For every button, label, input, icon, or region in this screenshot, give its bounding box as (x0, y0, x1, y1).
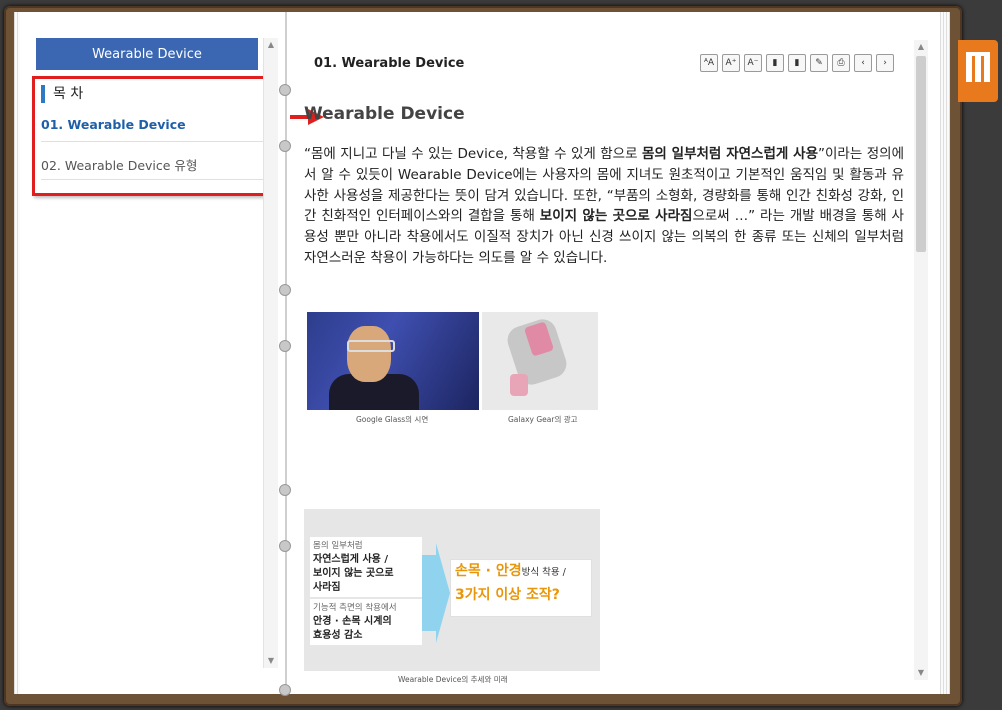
diagram-result-label: 3가지 이상 조작? (455, 587, 560, 603)
scroll-up-icon[interactable]: ▲ (264, 38, 278, 52)
toc-divider (41, 141, 263, 142)
toc-highlight-box: 목 차 01. Wearable Device 02. Wearable Dev… (32, 76, 266, 196)
book-page: Wearable Device 목 차 01. Wearable Device … (20, 12, 940, 696)
chapter-title: 01. Wearable Device (314, 56, 465, 71)
diagram-label: 안경 · 손목 시계의 (313, 616, 392, 627)
binder-ring-icon (279, 684, 291, 696)
content-scrollbar[interactable]: ▲ ▼ (914, 40, 928, 680)
reader-toolbar: ᴬA A⁺ A⁻ ▮ ▮ ✎ ⎙ ‹ › (700, 54, 894, 72)
body-emphasis: 보이지 않는 곳으로 사라짐 (539, 208, 693, 225)
library-icon (966, 56, 972, 82)
diagram-small-label: 기능적 측면의 착용에서 (313, 603, 397, 613)
memo-icon[interactable]: ✎ (810, 54, 828, 72)
binder-ring-icon (279, 340, 291, 352)
binder-ring-icon (279, 140, 291, 152)
diagram-label: 보이지 않는 곳으로 (313, 568, 394, 579)
font-size-increase-icon[interactable]: A⁺ (722, 54, 740, 72)
binder-ring-icon (279, 540, 291, 552)
section-heading: Wearable Device (304, 104, 465, 124)
scroll-down-icon[interactable]: ▼ (264, 654, 278, 668)
diagram-box: 몸의 일부처럼 자연스럽게 사용 / 보이지 않는 곳으로 사라짐 (310, 537, 422, 597)
binder-ring-icon (279, 84, 291, 96)
scroll-thumb[interactable] (916, 56, 926, 252)
image-caption: Galaxy Gear의 광고 (508, 415, 578, 424)
diagram-label: 자연스럽게 사용 / (313, 554, 389, 565)
diagram-box: 기능적 측면의 착용에서 안경 · 손목 시계의 효용성 감소 (310, 599, 422, 645)
diagram-label: 사라짐 (313, 582, 341, 593)
bookmark-icon[interactable]: ▮ (766, 54, 784, 72)
book-spine (285, 12, 287, 694)
diagram-arrow-icon (422, 543, 450, 643)
diagram-result-small: 방식 착용 / (521, 567, 566, 578)
google-glass-photo (307, 312, 479, 410)
toc-pane: Wearable Device 목 차 01. Wearable Device … (28, 12, 278, 694)
image-caption: Wearable Device의 추세와 미래 (398, 675, 508, 684)
library-icon (975, 56, 981, 82)
scroll-down-icon[interactable]: ▼ (914, 666, 928, 680)
body-text: “몸에 지니고 다닐 수 있는 Device, 착용할 수 있게 함으로 (304, 146, 642, 162)
print-icon[interactable]: ⎙ (832, 54, 850, 72)
prev-page-icon[interactable]: ‹ (854, 54, 872, 72)
binder-ring-icon (279, 484, 291, 496)
toc-header-button[interactable]: Wearable Device (36, 38, 258, 70)
next-page-icon[interactable]: › (876, 54, 894, 72)
font-size-decrease-icon[interactable]: A⁻ (744, 54, 762, 72)
image-caption: Google Glass의 시연 (356, 415, 429, 424)
binder-ring-icon (279, 284, 291, 296)
toc-item-01[interactable]: 01. Wearable Device (41, 117, 186, 132)
content-pane: 01. Wearable Device ᴬA A⁺ A⁻ ▮ ▮ ✎ ⎙ ‹ ›… (302, 12, 932, 694)
toc-scrollbar[interactable]: ▲ ▼ (263, 38, 278, 668)
galaxy-gear-photo (482, 312, 598, 410)
diagram-result-label: 손목 · 안경 (455, 563, 522, 579)
body-paragraph: “몸에 지니고 다닐 수 있는 Device, 착용할 수 있게 함으로 몸의 … (304, 144, 904, 269)
diagram-label: 효용성 감소 (313, 630, 363, 641)
scroll-up-icon[interactable]: ▲ (914, 40, 928, 54)
diagram-result-box: 손목 · 안경방식 착용 / 3가지 이상 조작? (450, 559, 592, 617)
library-tab-button[interactable] (958, 40, 998, 102)
toc-divider (41, 179, 263, 180)
toc-item-02[interactable]: 02. Wearable Device 유형 (41, 155, 197, 174)
toc-title: 목 차 (41, 85, 83, 103)
trend-diagram: 몸의 일부처럼 자연스럽게 사용 / 보이지 않는 곳으로 사라짐 기능적 측면… (304, 509, 600, 671)
bookmark-list-icon[interactable]: ▮ (788, 54, 806, 72)
library-icon (984, 56, 990, 82)
font-size-reset-icon[interactable]: ᴬA (700, 54, 718, 72)
page-edge-right (940, 12, 950, 694)
body-emphasis: 몸의 일부처럼 자연스럽게 사용 (641, 146, 819, 162)
diagram-small-label: 몸의 일부처럼 (313, 541, 363, 551)
